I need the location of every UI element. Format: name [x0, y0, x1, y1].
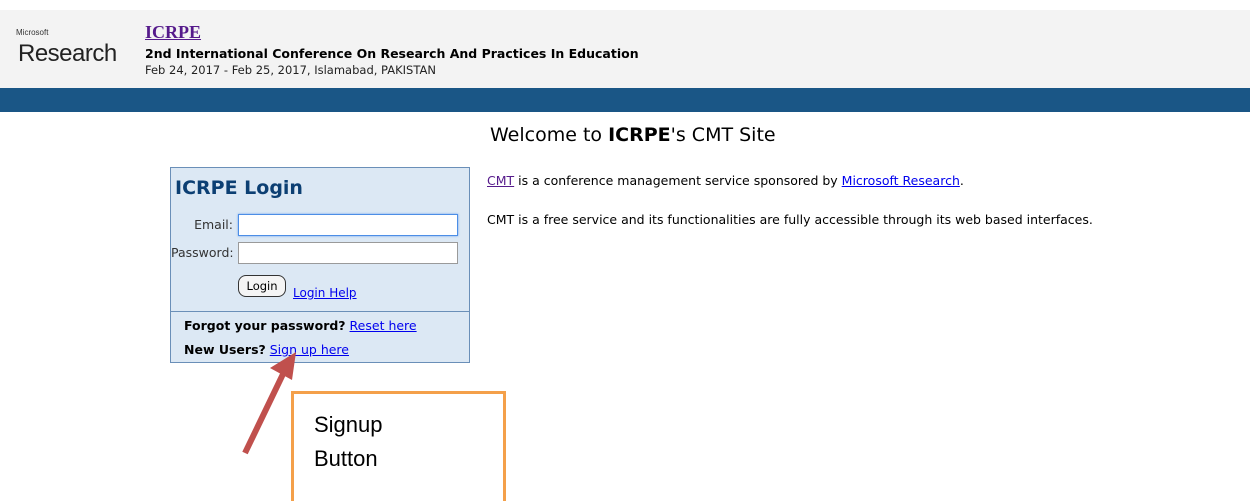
conference-name: 2nd International Conference On Research…: [145, 46, 639, 61]
info-line-1-middle: is a conference management service spons…: [514, 173, 842, 188]
password-field[interactable]: [238, 242, 458, 264]
login-help-link[interactable]: Login Help: [293, 286, 357, 300]
info-line-2: CMT is a free service and its functional…: [487, 212, 1093, 227]
forgot-password-row: Forgot your password? Reset here: [184, 318, 417, 333]
email-label: Email:: [194, 217, 233, 232]
welcome-prefix: Welcome to: [490, 124, 609, 146]
microsoft-research-link[interactable]: Microsoft Research: [842, 173, 960, 188]
callout-line-2: Button: [314, 446, 378, 471]
info-line-1-end: .: [959, 173, 964, 188]
login-button[interactable]: Login: [238, 275, 286, 297]
callout-line-1: Signup: [314, 412, 383, 437]
conference-acronym-link[interactable]: ICRPE: [145, 22, 201, 43]
email-field[interactable]: [238, 214, 458, 236]
login-title: ICRPE Login: [175, 177, 303, 199]
welcome-heading: Welcome to ICRPE's CMT Site: [490, 124, 776, 146]
signup-callout-box: Signup Button: [291, 391, 506, 501]
info-line-1: CMT is a conference management service s…: [487, 173, 964, 188]
login-divider: [171, 311, 469, 312]
callout-text: Signup Button: [314, 408, 494, 476]
reset-password-link[interactable]: Reset here: [350, 318, 417, 333]
header-bar: [0, 88, 1250, 112]
login-panel: ICRPE Login Email: Password: Login Login…: [170, 167, 470, 363]
forgot-password-text: Forgot your password?: [184, 318, 346, 333]
top-strip: [0, 0, 1250, 10]
logo-research-text: Research: [18, 40, 117, 67]
welcome-suffix: 's CMT Site: [670, 124, 776, 146]
microsoft-research-logo[interactable]: Microsoft Research: [16, 28, 126, 78]
password-label: Password:: [171, 245, 234, 260]
arrow-shaft: [242, 370, 287, 455]
conference-date: Feb 24, 2017 - Feb 25, 2017, Islamabad, …: [145, 63, 436, 77]
welcome-conf-name: ICRPE: [608, 124, 671, 146]
cmt-link[interactable]: CMT: [487, 173, 514, 188]
logo-microsoft-text: Microsoft: [16, 28, 49, 37]
